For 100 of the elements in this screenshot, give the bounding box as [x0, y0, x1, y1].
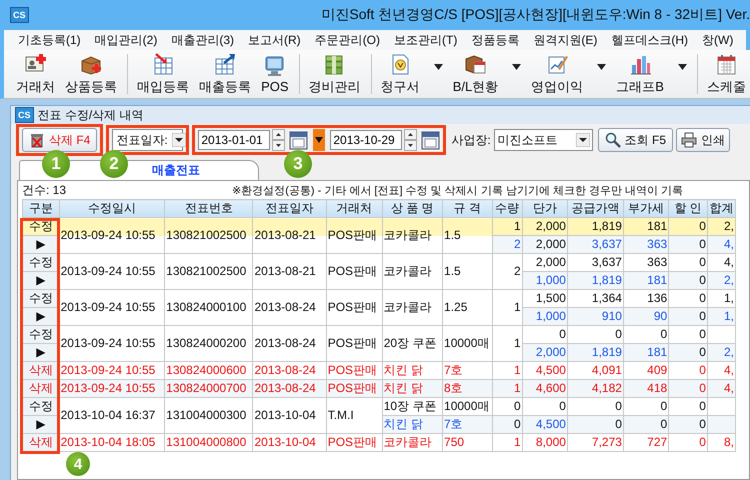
toolbar-button[interactable]: 그래프B: [612, 50, 668, 98]
table-cell: POS판매: [326, 380, 382, 398]
site-label: 사업장:: [451, 132, 491, 148]
dropdown-arrow-icon[interactable]: [678, 64, 687, 70]
table-cell: 2013-10-04: [252, 398, 326, 434]
date-type-dropdown[interactable]: 전표일자:: [112, 129, 184, 151]
column-header[interactable]: 전표일자: [252, 200, 326, 218]
table-cell: 3,637: [567, 236, 624, 254]
menu-item[interactable]: 매입관리(2): [94, 32, 158, 48]
monitor-icon: [263, 54, 286, 77]
column-header[interactable]: 단가: [522, 200, 568, 218]
table-cell: 130821002500: [164, 254, 253, 290]
box-icon: [464, 52, 487, 76]
table-cell: 2,: [707, 344, 736, 362]
date-field[interactable]: 2013-01-01: [198, 130, 270, 150]
table-cell: 4,: [707, 236, 736, 254]
table-cell: 2013-09-24 10:55: [59, 290, 165, 326]
table-cell: 2013-08-24: [252, 326, 326, 362]
table-cell: 10000매: [442, 326, 492, 362]
column-header[interactable]: 전표번호: [164, 200, 253, 218]
table-cell: 90: [623, 308, 669, 326]
table-cell: 1: [492, 290, 522, 326]
table-cell: 418: [623, 380, 669, 398]
menu-item[interactable]: 기초등록(1): [18, 32, 81, 48]
search-icon: [604, 132, 621, 148]
table-cell: 727: [623, 434, 669, 452]
table-cell: 910: [567, 308, 624, 326]
table-cell: 2,000: [522, 344, 568, 362]
dropdown-arrow-icon: [576, 133, 590, 147]
table-cell: 2013-10-04: [252, 434, 326, 452]
table-cell: POS판매: [326, 290, 382, 326]
table-cell: 2013-09-24 10:55: [59, 380, 165, 398]
table-cell: 치킨 닭: [382, 416, 443, 434]
calendar-icon[interactable]: [289, 130, 308, 150]
toolbar-button[interactable]: 스케줄: [702, 50, 750, 98]
table-cell: 2013-08-21: [252, 254, 326, 290]
dropdown-arrow-icon[interactable]: [434, 64, 443, 70]
table-cell: 7호: [442, 416, 492, 434]
calendar-icon[interactable]: [421, 130, 440, 150]
toolbar-button[interactable]: 경비관리: [304, 50, 365, 98]
column-header[interactable]: 합계: [707, 200, 736, 218]
table-cell: 0: [668, 380, 708, 398]
column-header[interactable]: 규 격: [442, 200, 492, 218]
table-cell: 0: [668, 308, 708, 326]
menu-item[interactable]: 보고서(R): [248, 32, 301, 48]
table-cell: 0: [668, 416, 708, 434]
table-cell: 130821002500: [164, 218, 253, 254]
table-cell: 130824000700: [164, 380, 253, 398]
column-header[interactable]: 수량: [492, 200, 522, 218]
table-cell: 1.25: [442, 290, 492, 326]
dropdown-arrow-icon[interactable]: [597, 64, 606, 70]
toolbar-button[interactable]: 매출등록: [195, 50, 256, 98]
dropdown-arrow-icon[interactable]: [512, 64, 522, 70]
menu-item[interactable]: 주문관리(O): [314, 32, 380, 48]
table-cell: 7,273: [567, 434, 624, 452]
menu-item[interactable]: 원격지원(E): [533, 32, 598, 48]
column-header[interactable]: 수정일시: [59, 200, 165, 218]
table-cell: 131004000800: [164, 434, 253, 452]
toolbar-button[interactable]: POS: [257, 52, 293, 96]
date-field[interactable]: 2013-10-29: [330, 130, 402, 150]
column-header[interactable]: 상 품 명: [382, 200, 443, 218]
menu-item[interactable]: 매출관리(3): [171, 32, 234, 48]
toolbar-button[interactable]: 거래처: [12, 50, 59, 98]
table-cell: 1,819: [567, 218, 624, 236]
table-cell: 1.5: [442, 218, 492, 254]
delete-button[interactable]: 삭제 F4: [22, 128, 98, 152]
menu-item[interactable]: 보조관리(T): [394, 32, 458, 48]
table-cell: 0: [492, 416, 522, 434]
column-header[interactable]: 할 인: [668, 200, 708, 218]
table-cell: 1,000: [522, 308, 568, 326]
table-cell: T.M.I: [326, 398, 382, 434]
table-cell: 4,500: [522, 416, 568, 434]
toolbar-button[interactable]: 영업이익: [527, 50, 588, 98]
spin-buttons-icon[interactable]: [404, 129, 418, 151]
toolbar-button[interactable]: B/L현황: [448, 50, 502, 98]
table-cell: 4,: [707, 380, 736, 398]
calendar-icon: [714, 52, 738, 76]
toolbar-button[interactable]: 매입등록: [133, 50, 194, 98]
menu-item[interactable]: 헬프데스크(H): [611, 32, 688, 48]
table-cell: 0: [668, 218, 708, 236]
spin-buttons-icon[interactable]: [272, 129, 286, 151]
table-cell: 2013-09-24 10:55: [59, 254, 165, 290]
table-cell: 2013-09-24 10:55: [59, 218, 165, 254]
toolbar-button[interactable]: 상품등록: [61, 50, 121, 98]
column-header[interactable]: 부가세: [623, 200, 669, 218]
column-header[interactable]: 구분: [22, 200, 60, 218]
table-cell: 1,819: [567, 272, 624, 290]
column-header[interactable]: 거래처: [326, 200, 382, 218]
dropdown-arrow-icon: [172, 133, 186, 147]
table-cell: 2: [492, 254, 522, 290]
search-button[interactable]: 조회 F5: [598, 128, 674, 152]
table-cell: 0: [567, 416, 624, 434]
table-cell: 8,000: [522, 434, 568, 452]
toolbar-button[interactable]: 청구서: [376, 50, 424, 98]
menu-item[interactable]: 정품등록: [471, 32, 520, 48]
site-dropdown[interactable]: 미진소프트: [494, 129, 593, 151]
column-header[interactable]: 공급가액: [567, 200, 624, 218]
print-button[interactable]: 인쇄: [676, 128, 730, 152]
table-cell: 2013-09-24 10:55: [59, 326, 165, 362]
menu-item[interactable]: 창(W): [702, 32, 734, 48]
